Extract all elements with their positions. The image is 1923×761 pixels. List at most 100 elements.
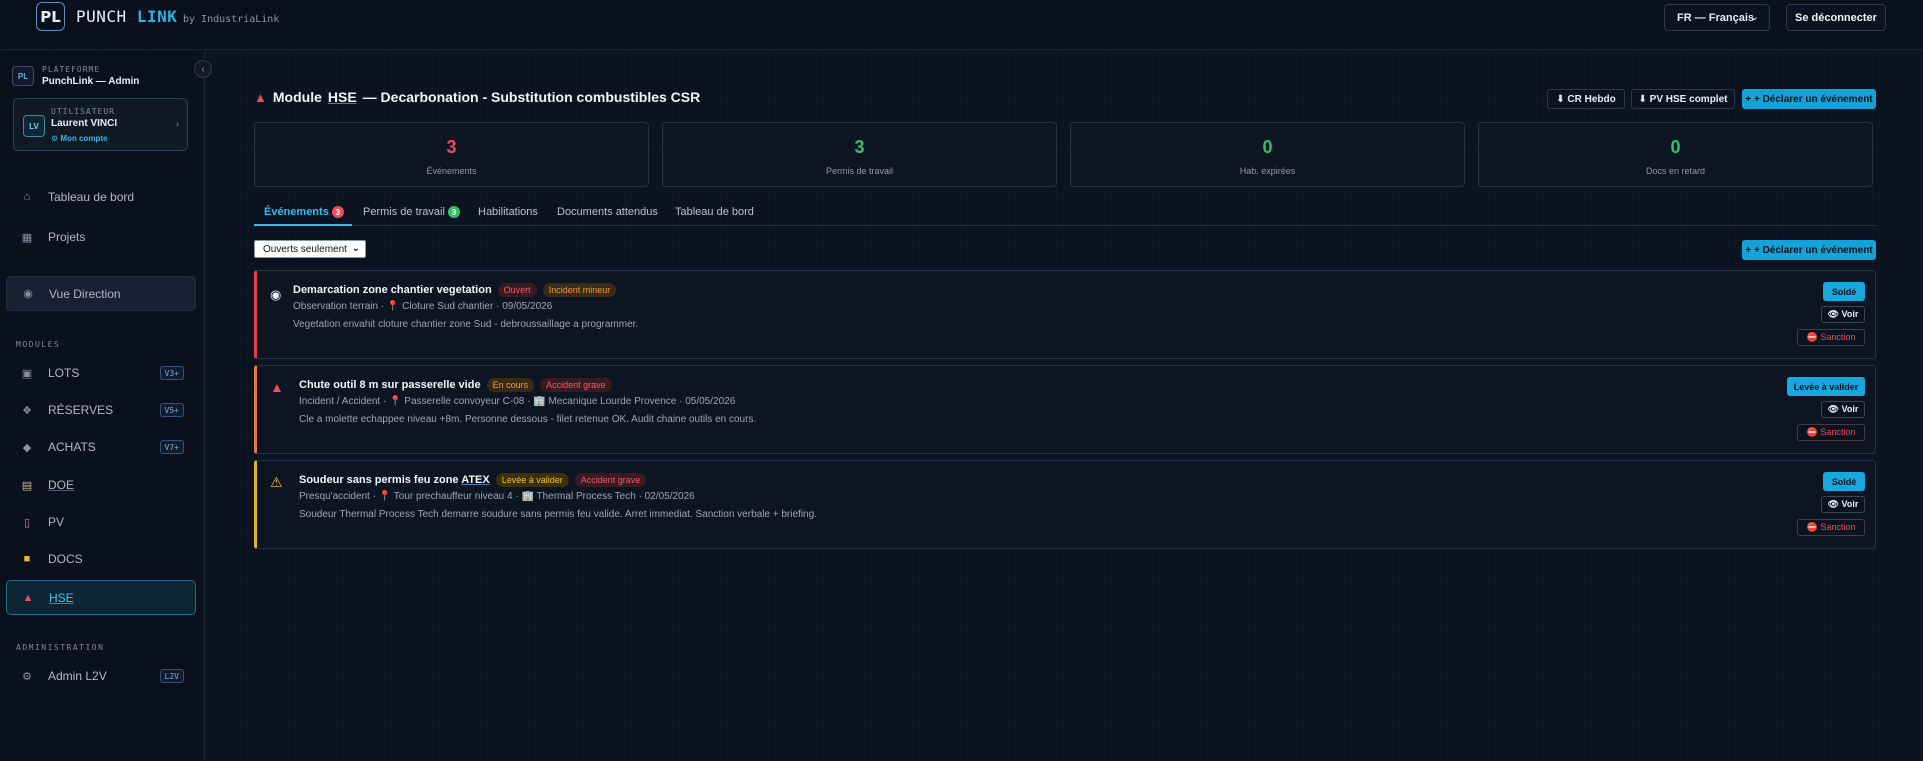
- box-icon: ▣: [21, 367, 33, 380]
- event-meta: Observation terrain · 📍 Cloture Sud chan…: [293, 301, 553, 312]
- document-icon: ▤: [21, 479, 33, 492]
- title-hse: HSE: [327, 89, 357, 105]
- top-bar: PL PUNCH LINK by IndustriaLink FR — Fran…: [0, 0, 1923, 50]
- sidebar-item-label: DOCS: [48, 552, 83, 566]
- event-description: Vegetation envahit cloture chantier zone…: [293, 319, 639, 330]
- sidebar-item-hse[interactable]: ▲ HSE: [6, 580, 196, 615]
- sidebar-item-reserves[interactable]: ❖ RÉSERVES V5+: [6, 394, 196, 426]
- logo-icon[interactable]: PL: [36, 2, 65, 31]
- grid-icon: ▦: [21, 231, 33, 244]
- sidebar-item-achats[interactable]: ◆ ACHATS V7+: [6, 431, 196, 463]
- logout-button[interactable]: Se déconnecter: [1786, 4, 1886, 31]
- sanction-button[interactable]: ⛔ Sanction: [1797, 424, 1865, 441]
- user-card[interactable]: LV UTILISATEUR Laurent VINCI ⚙ Mon compt…: [13, 98, 188, 151]
- version-badge: V5+: [159, 403, 184, 417]
- sidebar-item-pv[interactable]: ▯ PV: [6, 506, 196, 538]
- stat-label: Permis de travail: [825, 166, 894, 176]
- sidebar-item-label: ACHATS: [48, 440, 96, 454]
- gear-icon: ⚙: [22, 670, 32, 683]
- tab-bar: Événements 3 Permis de travail 3 Habilit…: [254, 200, 1876, 226]
- tab-label: Documents attendus: [557, 206, 658, 218]
- alarm-light-icon: ▲: [270, 379, 284, 395]
- solde-button[interactable]: Soldé: [1823, 472, 1865, 491]
- tab-events[interactable]: Événements 3: [264, 206, 344, 218]
- tab-label: Permis de travail: [363, 206, 445, 218]
- app-logo-text[interactable]: PUNCH LINK: [76, 7, 177, 26]
- title-project: — Decarbonation - Substitution combustib…: [362, 89, 701, 105]
- version-badge: V3+: [159, 366, 184, 380]
- platform-label: PLATEFORME: [42, 65, 101, 74]
- status-filter-select[interactable]: Ouverts seulement ⌄: [254, 240, 366, 258]
- view-button[interactable]: 👁 Voir: [1821, 401, 1865, 418]
- event-description: Soudeur Thermal Process Tech demarre sou…: [299, 509, 817, 520]
- tab-count-badge: 3: [331, 206, 344, 218]
- declare-event-button[interactable]: + + Déclarer un événement: [1742, 89, 1876, 109]
- event-card[interactable]: ⚠ Soudeur sans permis feu zone ATEX Levé…: [254, 460, 1876, 549]
- sidebar-item-dashboard[interactable]: ⌂ Tableau de bord: [6, 181, 196, 213]
- sidebar-item-label: Vue Direction: [49, 286, 121, 301]
- event-meta: Incident / Accident · 📍 Passerelle convo…: [299, 396, 736, 407]
- sidebar-item-label: DOE: [48, 478, 75, 492]
- tab-documents[interactable]: Documents attendus: [557, 206, 658, 218]
- declare-event-button-secondary[interactable]: + + Déclarer un événement: [1742, 240, 1876, 260]
- event-title-main: Soudeur sans permis feu zone: [299, 474, 459, 486]
- sanction-button[interactable]: ⛔ Sanction: [1797, 519, 1865, 536]
- home-icon: ⌂: [23, 191, 31, 203]
- modules-section-label: MODULES: [16, 340, 61, 349]
- event-title-row: Chute outil 8 m sur passerelle vide En c…: [299, 378, 612, 392]
- user-label: UTILISATEUR: [51, 107, 115, 116]
- lift-to-validate-button[interactable]: Levée à valider: [1787, 377, 1865, 396]
- platform-name: PunchLink — Admin: [42, 76, 140, 87]
- stat-card-events: 3 Événements: [254, 122, 649, 187]
- status-badge: Levée à valider: [495, 473, 569, 487]
- stat-card-late-docs: 0 Docs en retard: [1478, 122, 1873, 187]
- severity-badge: Accident grave: [540, 378, 612, 392]
- language-select[interactable]: FR — Français ⌄: [1664, 4, 1770, 31]
- sidebar-item-label: RÉSERVES: [48, 403, 114, 417]
- pv-hse-button[interactable]: ⬇ PV HSE complet: [1631, 89, 1735, 109]
- event-card[interactable]: ▲ Chute outil 8 m sur passerelle vide En…: [254, 365, 1876, 454]
- view-button[interactable]: 👁 Voir: [1821, 496, 1865, 513]
- admin-badge: L2V: [159, 669, 184, 683]
- stat-value: 3: [446, 137, 457, 157]
- tab-dashboard[interactable]: Tableau de bord: [675, 206, 754, 218]
- stat-label: Hab. expirées: [1239, 166, 1296, 176]
- sidebar-item-doe[interactable]: ▤ DOE: [6, 469, 196, 501]
- solde-button[interactable]: Soldé: [1823, 282, 1865, 301]
- filter-value: Ouverts seulement: [263, 243, 347, 255]
- tab-count-badge: 3: [447, 206, 460, 218]
- user-name: Laurent VINCI: [51, 118, 118, 129]
- eye-icon: ◉: [270, 287, 282, 302]
- sidebar-item-docs[interactable]: ■ DOCS: [6, 543, 196, 575]
- view-button[interactable]: 👁 Voir: [1821, 306, 1865, 323]
- logo-word-link: LINK: [136, 7, 178, 26]
- event-title[interactable]: Demarcation zone chantier vegetation: [293, 284, 492, 296]
- event-title[interactable]: Soudeur sans permis feu zone ATEX: [299, 474, 490, 486]
- chevron-down-icon: ⌄: [1749, 11, 1759, 23]
- eye-icon: ◉: [23, 288, 33, 300]
- event-card[interactable]: ◉ Demarcation zone chantier vegetation O…: [254, 270, 1876, 359]
- logo-byline: by IndustriaLink: [183, 14, 280, 25]
- stat-value: 3: [854, 137, 865, 157]
- my-account-link[interactable]: ⚙ Mon compte: [51, 134, 108, 143]
- logo-word-punch: PUNCH: [76, 7, 127, 26]
- tab-habilitations[interactable]: Habilitations: [478, 206, 538, 218]
- page-title: ▲ Module HSE — Decarbonation - Substitut…: [254, 89, 700, 105]
- sidebar-item-lots[interactable]: ▣ LOTS V3+: [6, 357, 196, 389]
- event-title-row: Demarcation zone chantier vegetation Ouv…: [293, 283, 617, 297]
- event-title[interactable]: Chute outil 8 m sur passerelle vide: [299, 379, 481, 391]
- sidebar-item-projects[interactable]: ▦ Projets: [6, 221, 196, 253]
- cr-hebdo-button[interactable]: ⬇ CR Hebdo: [1547, 89, 1625, 109]
- severity-badge: Accident grave: [574, 473, 647, 487]
- tab-permits[interactable]: Permis de travail 3: [363, 206, 460, 218]
- title-prefix: Module: [272, 89, 322, 105]
- sidebar-collapse-icon[interactable]: ‹: [194, 60, 212, 78]
- sidebar-item-admin[interactable]: ⚙ Admin L2V L2V: [6, 660, 196, 692]
- status-badge: En cours: [486, 378, 535, 392]
- avatar: LV: [23, 115, 45, 137]
- sidebar-item-label: Admin L2V: [48, 669, 107, 683]
- sidebar-item-direction[interactable]: ◉ Vue Direction: [6, 276, 196, 311]
- sidebar-item-label: LOTS: [48, 366, 80, 380]
- sidebar-item-label: Tableau de bord: [48, 190, 135, 204]
- sanction-button[interactable]: ⛔ Sanction: [1797, 329, 1865, 346]
